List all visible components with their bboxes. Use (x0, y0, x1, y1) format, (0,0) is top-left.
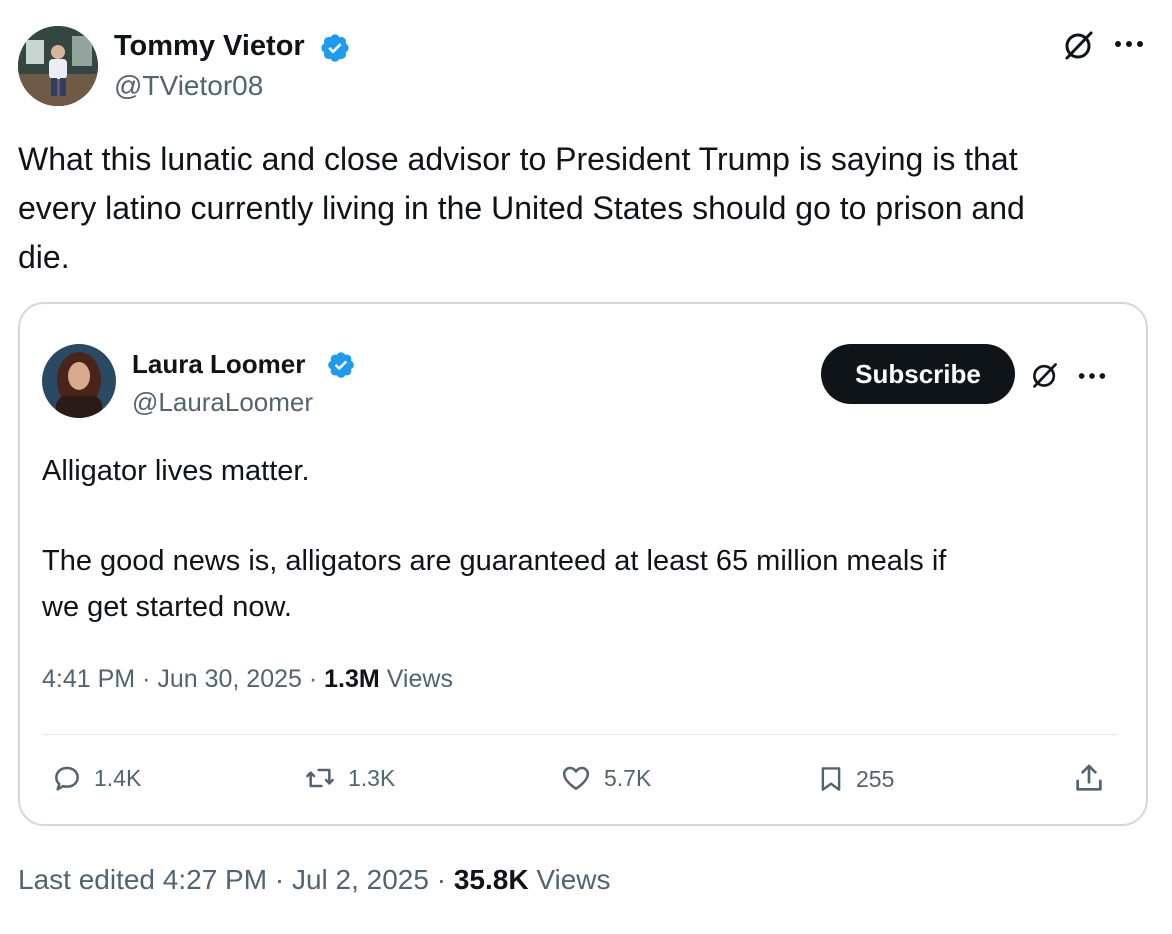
quoted-author-avatar[interactable] (42, 344, 116, 418)
quoted-date[interactable]: Jun 30, 2025 (157, 665, 302, 693)
quoted-author-name[interactable]: Laura Loomer (132, 349, 305, 380)
last-edited[interactable]: Last edited 4:27 PM (18, 864, 267, 895)
quoted-views-count: 1.3M (324, 665, 380, 693)
more-options-icon[interactable] (1112, 38, 1146, 50)
quoted-author-handle[interactable]: @LauraLoomer (132, 387, 313, 418)
quoted-views-label: Views (386, 665, 453, 693)
meta-separator: · (142, 665, 151, 693)
verified-badge-icon (319, 32, 351, 64)
meta-separator: · (308, 665, 318, 693)
heart-icon (562, 766, 590, 790)
repost-button[interactable]: 1.3K (302, 762, 395, 794)
repost-count: 1.3K (348, 764, 396, 791)
quoted-more-options-icon[interactable] (1076, 370, 1108, 382)
bookmark-button[interactable]: 255 (816, 762, 894, 796)
tweet-text: What this lunatic and close advisor to P… (18, 135, 1148, 282)
quoted-grok-icon[interactable] (1030, 360, 1060, 390)
tweet-text-line: die. (18, 239, 70, 275)
share-icon (1076, 764, 1102, 791)
footer-separator: · (436, 864, 447, 895)
author-avatar[interactable] (18, 26, 98, 106)
tweet-text-line: every latino currently living in the Uni… (18, 190, 1025, 226)
quoted-text-line-1: Alligator lives matter. (42, 455, 310, 487)
grok-icon[interactable] (1062, 28, 1096, 62)
footer-separator: · (274, 864, 285, 895)
footer-views-count: 35.8K (453, 864, 529, 895)
like-button[interactable]: 5.7K (558, 762, 651, 794)
bookmark-icon (821, 767, 841, 791)
quoted-text-line-3: we get started now. (42, 591, 292, 623)
action-divider (42, 734, 1118, 735)
reply-icon (55, 766, 79, 791)
footer-views-label: Views (536, 864, 611, 895)
repost-icon (306, 768, 334, 788)
author-name[interactable]: Tommy Vietor (114, 30, 305, 63)
quoted-verified-badge-icon (326, 350, 356, 380)
reply-count: 1.4K (94, 764, 142, 791)
subscribe-button[interactable]: Subscribe (821, 344, 1015, 404)
quoted-tweet-card[interactable]: Laura Loomer @LauraLoomer Subscribe Alli… (18, 302, 1148, 826)
author-handle[interactable]: @TVietor08 (114, 70, 263, 102)
quoted-time[interactable]: 4:41 PM (42, 665, 135, 693)
footer-date[interactable]: Jul 2, 2025 (292, 864, 429, 895)
quoted-text-line-2: The good news is, alligators are guarant… (42, 545, 947, 577)
bookmark-count: 255 (856, 765, 895, 792)
reply-button[interactable]: 1.4K (50, 762, 141, 794)
tweet-footer: Last edited 4:27 PM · Jul 2, 2025 · 35.8… (18, 864, 611, 896)
like-count: 5.7K (604, 764, 652, 791)
share-button[interactable] (1072, 760, 1106, 796)
quoted-meta: 4:41 PM · Jun 30, 2025 · 1.3M Views (42, 665, 453, 694)
tweet-text-line: What this lunatic and close advisor to P… (18, 141, 1018, 177)
